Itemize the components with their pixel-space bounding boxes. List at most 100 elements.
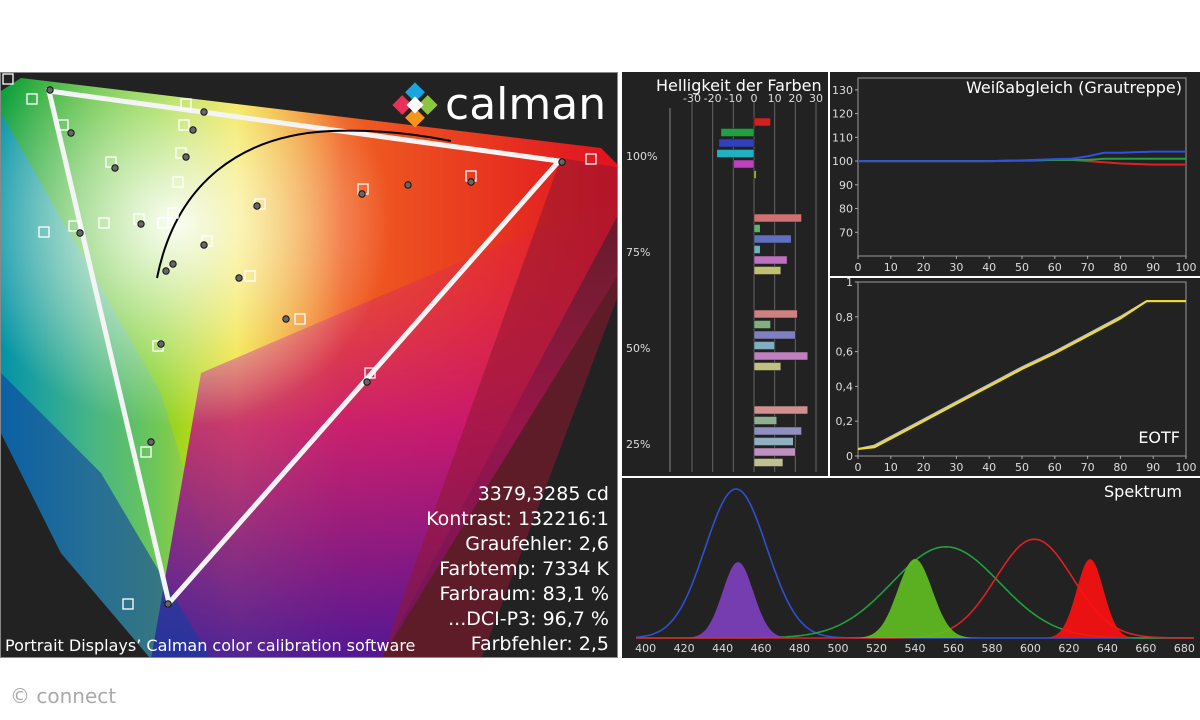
measured-point <box>200 241 208 249</box>
brightness-bar <box>753 320 771 329</box>
copyright: © connect <box>10 684 117 708</box>
y-tick-label: 120 <box>832 108 853 121</box>
x-tick-label: 560 <box>943 642 964 655</box>
x-tick-label: 580 <box>981 642 1002 655</box>
measured-point <box>147 438 155 446</box>
measured-point <box>169 260 177 268</box>
brightness-bar <box>718 138 755 148</box>
measured-point <box>558 158 566 166</box>
x-tick-label: -30 <box>683 92 701 105</box>
x-tick-label: 50 <box>1015 261 1029 274</box>
brightness-bar <box>753 234 792 244</box>
brightness-bar <box>720 128 755 137</box>
x-tick-label: 460 <box>751 642 772 655</box>
brightness-bar <box>753 309 798 319</box>
measured-point <box>157 340 165 348</box>
brightness-chart: -30 -20 -10 0 10 20 30 100% 75% 50% 25% <box>626 92 823 472</box>
measured-point <box>363 378 371 386</box>
cie-stat: Farbraum: 83,1 % <box>439 583 609 605</box>
y-tick-label: 0,2 <box>836 415 854 428</box>
x-tick-label: 70 <box>1081 261 1095 274</box>
measured-point <box>253 202 261 210</box>
cie-stat: Farbtemp: 7334 K <box>439 558 609 580</box>
x-tick-label: 540 <box>905 642 926 655</box>
x-tick-label: 30 <box>809 92 823 105</box>
plot-frame <box>857 77 1187 257</box>
brightness-bar <box>753 362 782 371</box>
x-tick-label: 60 <box>1048 461 1062 474</box>
brightness-bar <box>753 351 808 361</box>
spectrum-panel: Spektrum 400 420 440 460 480 500 520 540 560 580 6… <box>622 478 1200 658</box>
x-tick-label: 480 <box>789 642 810 655</box>
measured-point <box>67 129 75 137</box>
x-tick-label: 10 <box>768 92 782 105</box>
y-tick-label: 100 <box>832 155 853 168</box>
y-tick-label: 70 <box>839 226 853 239</box>
x-tick-label: 100 <box>1176 461 1197 474</box>
brightness-bar <box>753 458 784 467</box>
x-tick-label: 20 <box>788 92 802 105</box>
x-tick-label: 640 <box>1097 642 1118 655</box>
measured-point <box>76 229 84 237</box>
y-tick-label: 0,6 <box>836 346 854 359</box>
y-tick-label: 130 <box>832 84 853 97</box>
measured-point <box>282 315 290 323</box>
x-tick-label: 600 <box>1020 642 1041 655</box>
measured-point <box>182 153 190 161</box>
brightness-bar <box>753 447 796 457</box>
y-tick-label: 0,4 <box>836 380 854 393</box>
x-tick-label: 40 <box>982 461 996 474</box>
target-marker <box>2 73 14 85</box>
x-tick-label: 80 <box>1113 461 1127 474</box>
measured-point <box>137 220 145 228</box>
calman-report: calman 3379,3285 cd Kontrast: 132216:1 Gra… <box>0 0 1200 720</box>
x-tick-label: 60 <box>1048 261 1062 274</box>
measured-point <box>358 190 366 198</box>
x-tick-label: 0 <box>751 92 758 105</box>
x-tick-label: 660 <box>1135 642 1156 655</box>
eotf-chart: 0 10 20 30 40 50 60 70 80 90 100 0 0,2 0,4 0,6 0,8 1 <box>836 278 1197 474</box>
x-tick-label: 400 <box>635 642 656 655</box>
brightness-bar <box>753 416 777 425</box>
x-tick-label: 20 <box>917 261 931 274</box>
brightness-bar <box>753 330 796 340</box>
y-tick-label: 25% <box>626 438 650 451</box>
x-tick-label: 90 <box>1146 461 1160 474</box>
x-tick-label: 70 <box>1081 461 1095 474</box>
x-tick-label: 80 <box>1113 261 1127 274</box>
series-line <box>857 300 1186 451</box>
cie-stat: Kontrast: 132216:1 <box>426 508 609 530</box>
x-tick-label: 10 <box>884 461 898 474</box>
brightness-bar <box>753 255 788 265</box>
measured-point <box>200 108 208 116</box>
y-tick-label: 75% <box>626 246 650 259</box>
x-tick-label: 30 <box>949 261 963 274</box>
brightness-bar <box>753 426 802 436</box>
brightness-bar <box>753 170 757 179</box>
measured-point <box>235 274 243 282</box>
brightness-bar <box>753 224 761 233</box>
x-tick-label: 10 <box>884 261 898 274</box>
brightness-bar <box>753 341 775 350</box>
calman-logo-text: calman <box>445 79 606 130</box>
series-line <box>857 300 1186 451</box>
x-tick-label: 30 <box>949 461 963 474</box>
brightness-bar <box>753 437 794 446</box>
y-tick-label: 80 <box>839 203 853 216</box>
x-tick-label: 20 <box>917 461 931 474</box>
cie-stat: Graufehler: 2,6 <box>465 533 609 555</box>
brightness-bar <box>753 266 782 275</box>
x-tick-label: 0 <box>855 261 862 274</box>
x-tick-label: 440 <box>712 642 733 655</box>
x-tick-label: 420 <box>674 642 695 655</box>
y-tick-label: 90 <box>839 179 853 192</box>
measured-point <box>162 267 170 275</box>
whitebalance-chart: 0 10 20 30 40 50 60 70 80 90 100 70 80 90 100 110 120 130 <box>832 77 1197 274</box>
brightness-bar <box>733 159 755 169</box>
y-tick-label: 50% <box>626 342 650 355</box>
cie-stat: ...DCI-P3: 96,7 % <box>448 608 609 630</box>
y-tick-label: 100% <box>626 150 657 163</box>
brightness-panel: Helligkeit der Farben -30 -20 -10 0 10 20 30 10… <box>622 72 828 476</box>
x-tick-label: -10 <box>724 92 742 105</box>
brightness-bar <box>753 405 808 415</box>
